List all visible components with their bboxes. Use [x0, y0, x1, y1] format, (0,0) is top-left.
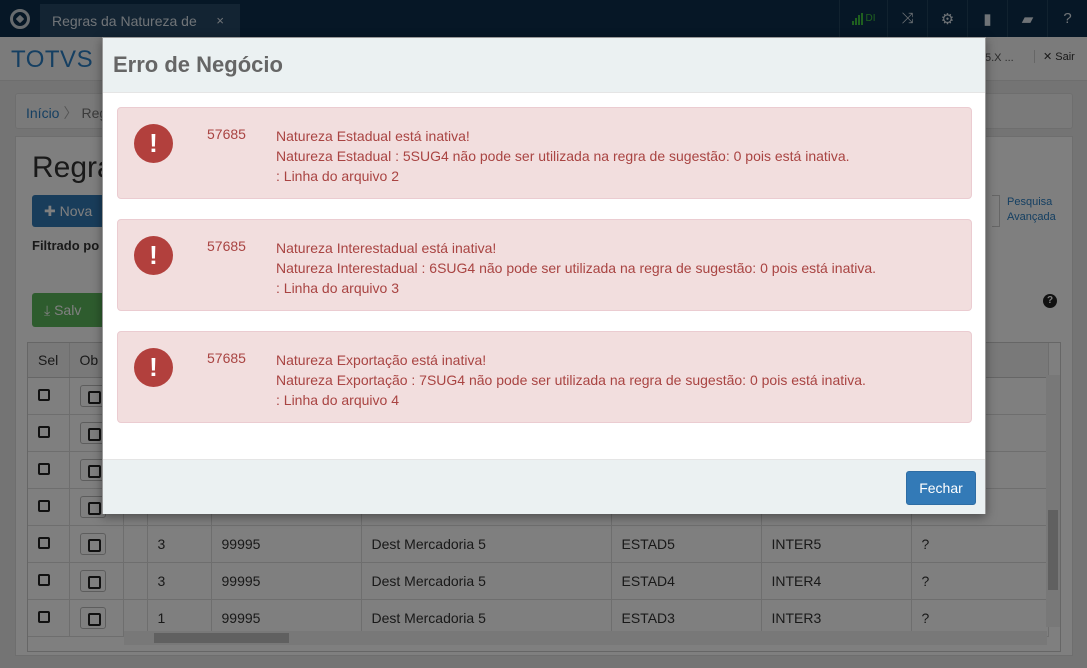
exclamation-icon: ! — [134, 236, 173, 275]
error-message: Natureza Estadual está inativa! — [276, 128, 470, 144]
error-line: : Linha do arquivo 3 — [276, 280, 399, 296]
dialog-body: ! 57685 Natureza Estadual está inativa! … — [103, 93, 985, 423]
error-detail: Natureza Interestadual : 6SUG4 não pode … — [276, 260, 877, 276]
exclamation-icon: ! — [134, 348, 173, 387]
error-message: Natureza Interestadual está inativa! — [276, 240, 497, 256]
error-alert: ! 57685 Natureza Exportação está inativa… — [117, 331, 972, 423]
error-message: Natureza Exportação está inativa! — [276, 352, 487, 368]
exclamation-icon: ! — [134, 124, 173, 163]
error-alert: ! 57685 Natureza Estadual está inativa! … — [117, 107, 972, 199]
error-alert: ! 57685 Natureza Interestadual está inat… — [117, 219, 972, 311]
error-line: : Linha do arquivo 4 — [276, 392, 399, 408]
dialog-header: Erro de Negócio — [103, 38, 985, 93]
close-button[interactable]: Fechar — [906, 471, 976, 505]
error-code: 57685 — [207, 350, 246, 366]
error-detail: Natureza Exportação : 7SUG4 não pode ser… — [276, 372, 866, 388]
error-code: 57685 — [207, 238, 246, 254]
dialog-footer: Fechar — [103, 459, 985, 514]
error-line: : Linha do arquivo 2 — [276, 168, 399, 184]
error-code: 57685 — [207, 126, 246, 142]
dialog-title: Erro de Negócio — [113, 52, 283, 77]
error-dialog: Erro de Negócio ! 57685 Natureza Estadua… — [102, 37, 986, 514]
error-detail: Natureza Estadual : 5SUG4 não pode ser u… — [276, 148, 850, 164]
